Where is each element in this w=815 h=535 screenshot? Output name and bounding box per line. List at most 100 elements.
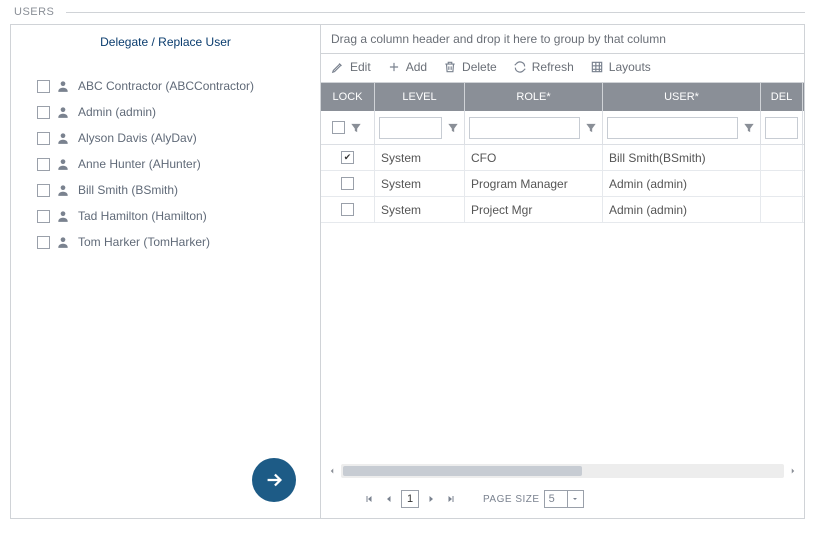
grid-icon [590,60,604,74]
filter-level-input[interactable] [379,117,442,139]
cell-role: Program Manager [465,171,603,196]
add-button[interactable]: Add [387,60,427,74]
person-icon [56,157,70,171]
delete-label: Delete [462,60,497,74]
user-list-item[interactable]: Tad Hamilton (Hamilton) [37,203,306,229]
scrollbar-track[interactable] [341,464,784,478]
page-size-value: 5 [544,490,568,508]
page-size-dropdown[interactable] [568,490,584,508]
section-title: USERS [14,6,54,18]
scrollbar-thumb[interactable] [343,466,582,476]
main-panel: Delegate / Replace User ABC Contractor (… [10,24,805,519]
filter-role-cell [465,111,603,144]
layouts-button[interactable]: Layouts [590,60,651,74]
col-header-role[interactable]: ROLE* [465,83,603,111]
filter-level-cell [375,111,465,144]
user-list-item[interactable]: ABC Contractor (ABCContractor) [37,73,306,99]
pager-next-button[interactable] [423,491,439,507]
layouts-label: Layouts [609,60,651,74]
table-row[interactable]: SystemCFOBill Smith(BSmith) [321,145,804,171]
col-header-lock[interactable]: LOCK [321,83,375,111]
user-checkbox[interactable] [37,184,50,197]
pager-first-button[interactable] [361,491,377,507]
refresh-label: Refresh [532,60,574,74]
person-icon [56,209,70,223]
table-row[interactable]: SystemProject MgrAdmin (admin) [321,197,804,223]
user-name: Tad Hamilton (Hamilton) [78,209,207,223]
trash-icon [443,60,457,74]
cell-level: System [375,145,465,170]
left-panel-title: Delegate / Replace User [11,25,320,67]
user-list-item[interactable]: Bill Smith (BSmith) [37,177,306,203]
user-list-item[interactable]: Admin (admin) [37,99,306,125]
user-name: Alyson Davis (AlyDav) [78,131,197,145]
user-checkbox[interactable] [37,132,50,145]
cell-lock [321,171,375,196]
filter-icon[interactable] [349,121,363,135]
refresh-button[interactable]: Refresh [513,60,574,74]
right-panel: Drag a column header and drop it here to… [321,25,804,518]
grid-body: SystemCFOBill Smith(BSmith)SystemProgram… [321,145,804,462]
col-header-user[interactable]: USER* [603,83,761,111]
delete-button[interactable]: Delete [443,60,497,74]
edit-label: Edit [350,60,371,74]
pager-last-button[interactable] [443,491,459,507]
page-size-select[interactable]: 5 [544,490,584,508]
cell-user: Admin (admin) [603,171,761,196]
grid-header-row: LOCK LEVEL ROLE* USER* DEL [321,83,804,111]
cell-level: System [375,171,465,196]
toolbar: Edit Add Delete Refresh Layouts [321,54,804,83]
row-lock-checkbox[interactable] [341,177,354,190]
cell-del [761,197,803,222]
transfer-button[interactable] [252,458,296,502]
user-list: ABC Contractor (ABCContractor) Admin (adm… [11,67,320,255]
filter-del-input[interactable] [765,117,798,139]
cell-del [761,145,803,170]
add-label: Add [406,60,427,74]
filter-del-cell [761,111,803,144]
cell-lock [321,145,375,170]
pager: 1 PAGE SIZE 5 [321,480,804,518]
person-icon [56,183,70,197]
user-checkbox[interactable] [37,236,50,249]
cell-del [761,171,803,196]
grid-filter-row [321,111,804,145]
row-lock-checkbox[interactable] [341,203,354,216]
user-checkbox[interactable] [37,80,50,93]
filter-icon[interactable] [446,121,460,135]
filter-lock-checkbox[interactable] [332,121,345,134]
filter-user-cell [603,111,761,144]
user-list-item[interactable]: Alyson Davis (AlyDav) [37,125,306,151]
group-by-bar[interactable]: Drag a column header and drop it here to… [321,25,804,54]
col-header-level[interactable]: LEVEL [375,83,465,111]
filter-icon[interactable] [584,121,598,135]
divider [66,12,805,13]
filter-user-input[interactable] [607,117,738,139]
filter-role-input[interactable] [469,117,580,139]
section-header: USERS [0,0,815,20]
scroll-left-icon[interactable] [327,466,337,476]
person-icon [56,105,70,119]
pager-prev-button[interactable] [381,491,397,507]
pager-page-number[interactable]: 1 [401,490,419,508]
user-name: ABC Contractor (ABCContractor) [78,79,254,93]
prev-page-icon [383,493,395,505]
filter-icon[interactable] [742,121,756,135]
user-name: Bill Smith (BSmith) [78,183,178,197]
col-header-del[interactable]: DEL [761,83,803,111]
user-list-item[interactable]: Anne Hunter (AHunter) [37,151,306,177]
user-checkbox[interactable] [37,210,50,223]
table-row[interactable]: SystemProgram ManagerAdmin (admin) [321,171,804,197]
user-list-item[interactable]: Tom Harker (TomHarker) [37,229,306,255]
row-lock-checkbox[interactable] [341,151,354,164]
scroll-right-icon[interactable] [788,466,798,476]
cell-lock [321,197,375,222]
horizontal-scrollbar[interactable] [321,462,804,480]
plus-icon [387,60,401,74]
edit-button[interactable]: Edit [331,60,371,74]
next-page-icon [425,493,437,505]
page-size-label: PAGE SIZE [483,494,540,505]
refresh-icon [513,60,527,74]
user-checkbox[interactable] [37,158,50,171]
user-checkbox[interactable] [37,106,50,119]
